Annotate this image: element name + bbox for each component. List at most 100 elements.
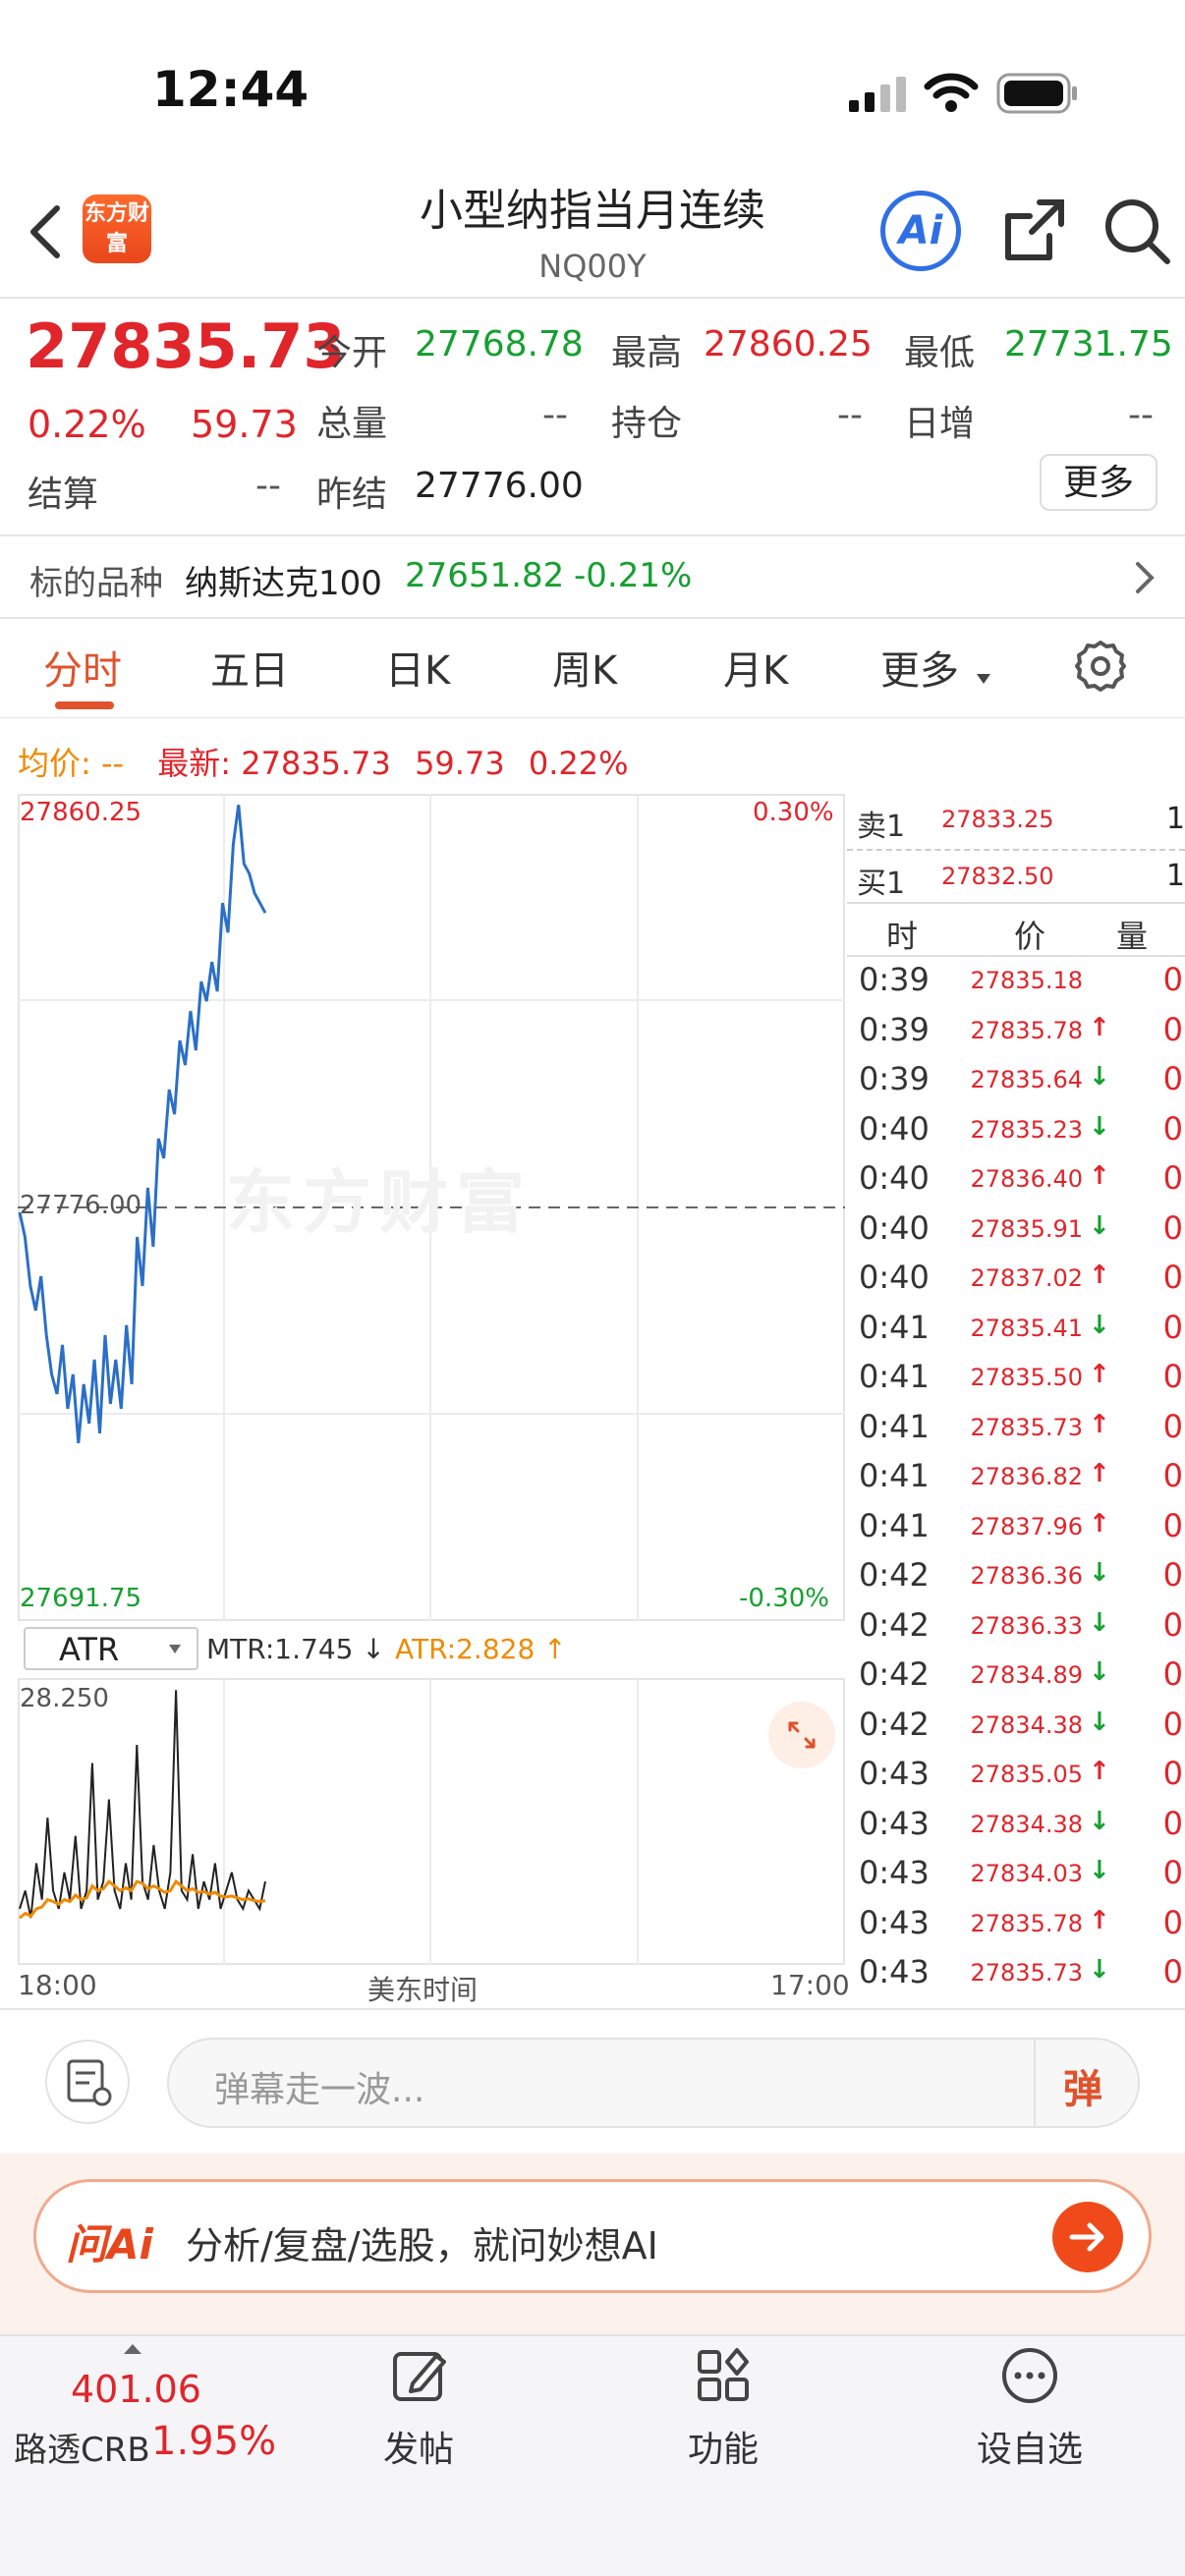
ask-ai-bar[interactable]: 问Ai 分析/复盘/选股，就问妙想AI [33, 2179, 1152, 2293]
note-icon[interactable] [45, 2040, 130, 2124]
chart-section-divider [0, 2008, 1185, 2010]
tick-up-arrow: ↑ [1089, 1905, 1110, 1935]
index-value[interactable]: 401.06 [71, 2368, 201, 2411]
tick-up-arrow: ↑ [1089, 1409, 1110, 1439]
tick-time: 0:42 [859, 1705, 930, 1743]
chart-bottom-pct: -0.30% [739, 1584, 829, 1613]
post-button[interactable]: 发帖 [340, 2344, 497, 2472]
settings-icon[interactable] [1073, 639, 1128, 698]
battery-icon [996, 73, 1079, 120]
bid-label: 买1 [857, 867, 906, 901]
latest-change: 59.73 [415, 745, 505, 782]
function-button[interactable]: 功能 [645, 2344, 802, 2472]
arrow-right-icon[interactable] [1052, 2202, 1123, 2272]
underlying-divider [0, 617, 1185, 619]
danmu-send-button[interactable]: 弹 [1063, 2057, 1102, 2114]
tick-price: 27834.89 [970, 1661, 1083, 1689]
tick-row: 0:39 27835.64 ↓ 0 [847, 1060, 1185, 1109]
tab-intraday[interactable]: 分时 [43, 639, 122, 696]
tick-time: 0:42 [859, 1605, 930, 1644]
ask-label: 卖1 [857, 810, 906, 844]
tick-price: 27835.18 [970, 967, 1083, 994]
tick-price: 27835.78 [970, 1909, 1083, 1937]
tick-row: 0:41 27835.50 ↑ 0 [847, 1358, 1185, 1407]
tick-time: 0:41 [859, 1358, 930, 1395]
change-value: 59.73 [191, 403, 298, 446]
ai-button[interactable]: Ai [880, 191, 961, 271]
position-label: 持仓 [611, 404, 683, 444]
chart-bottom-price: 27691.75 [20, 1584, 142, 1613]
expand-icon[interactable] [768, 1702, 835, 1768]
share-icon[interactable] [1000, 196, 1069, 269]
tick-down-arrow: ↓ [1089, 1558, 1110, 1588]
watchlist-button[interactable]: 设自选 [951, 2344, 1108, 2472]
tick-volume: 0 [1162, 1208, 1183, 1247]
tick-time: 0:41 [859, 1308, 930, 1346]
tick-down-arrow: ↓ [1089, 1707, 1110, 1737]
caret-down-icon [977, 674, 990, 684]
tick-time: 0:41 [859, 1407, 930, 1445]
ask-row: 卖1 27833.25 1 [847, 794, 1185, 845]
chart-info: 均价: -- 最新: 27835.73 59.73 0.22% [18, 739, 629, 784]
tick-volume: 0 [1162, 1705, 1183, 1743]
tick-price: 27835.23 [970, 1115, 1083, 1144]
tick-row: 0:40 27835.91 ↓ 0 [847, 1209, 1185, 1259]
price-line [18, 804, 267, 1444]
latest-value: 27835.73 [241, 745, 391, 782]
tick-row: 0:42 27836.36 ↓ 0 [847, 1556, 1185, 1605]
edit-icon [387, 2344, 450, 2411]
tab-weekly-k[interactable]: 周K [552, 639, 617, 696]
ticks-header-vol: 量 [1116, 918, 1149, 955]
tick-volume: 0 [1162, 1655, 1183, 1693]
tick-up-arrow: ↑ [1089, 1260, 1110, 1290]
tick-price: 27836.36 [970, 1562, 1083, 1590]
tick-down-arrow: ↓ [1089, 1210, 1110, 1241]
tick-volume: 0 [1162, 1159, 1183, 1197]
indicator-select[interactable]: ATR [24, 1627, 198, 1670]
tick-row: 0:43 27835.78 ↑ 0 [847, 1904, 1185, 1953]
tick-time: 0:42 [859, 1655, 930, 1693]
search-icon[interactable] [1100, 195, 1173, 271]
signal-icon [847, 75, 908, 118]
tick-down-arrow: ↓ [1089, 1607, 1110, 1638]
indicator-atr: ATR:2.828 ↑ [395, 1633, 567, 1665]
tick-down-arrow: ↓ [1089, 1856, 1110, 1885]
tab-daily-k[interactable]: 日K [385, 639, 450, 696]
tick-price: 27836.40 [970, 1165, 1083, 1193]
tick-row: 0:40 27836.40 ↑ 0 [847, 1159, 1185, 1208]
tick-price: 27836.33 [970, 1611, 1083, 1640]
volume-value: -- [542, 395, 568, 435]
chevron-right-icon [1130, 556, 1159, 603]
tab-monthly-k[interactable]: 月K [723, 639, 788, 696]
tick-list[interactable]: 0:39 27835.18 0 0:39 27835.78 ↑ 0 0:39 27835.64 ↓… [847, 961, 1185, 2004]
tick-price: 27836.82 [970, 1463, 1083, 1490]
tick-price: 27835.64 [970, 1066, 1083, 1093]
tab-more[interactable]: 更多 [880, 639, 959, 696]
tick-time: 0:42 [859, 1556, 930, 1594]
tick-row: 0:43 27835.73 ↓ 0 [847, 1953, 1185, 2002]
tick-up-arrow: ↑ [1089, 1757, 1110, 1786]
x-axis-start: 18:00 [18, 1969, 97, 2001]
post-label: 发帖 [382, 2430, 454, 2470]
tick-down-arrow: ↓ [1089, 1806, 1110, 1836]
tick-price: 27835.50 [970, 1364, 1083, 1391]
danmu-placeholder: 弹幕走一波... [214, 2070, 425, 2110]
danmu-input[interactable]: 弹幕走一波... 弹 [167, 2038, 1140, 2128]
atr-chart-svg [19, 1678, 639, 1965]
tick-row: 0:42 27834.89 ↓ 0 [847, 1655, 1185, 1705]
underlying-row[interactable]: 标的品种 纳斯达克100 27651.82 -0.21% [0, 536, 1185, 617]
more-button[interactable]: 更多 [1040, 454, 1157, 511]
tick-volume: 0 [1162, 1358, 1183, 1395]
tick-price: 27835.41 [970, 1314, 1083, 1342]
tick-time: 0:40 [859, 1109, 930, 1148]
tick-up-arrow: ↑ [1089, 1012, 1110, 1042]
bid-row: 买1 27832.50 1 [847, 853, 1185, 904]
change-pct: 0.22% [28, 403, 146, 446]
book-divider [847, 849, 1185, 851]
tab-five-day[interactable]: 五日 [210, 639, 289, 696]
high-value: 27860.25 [704, 324, 873, 364]
atr-value: ATR:2.828 [395, 1633, 536, 1665]
tick-volume: 0 [1162, 1308, 1183, 1346]
high-label: 最高 [611, 333, 683, 373]
indicator-mtr: MTR:1.745 ↓ [206, 1633, 385, 1665]
